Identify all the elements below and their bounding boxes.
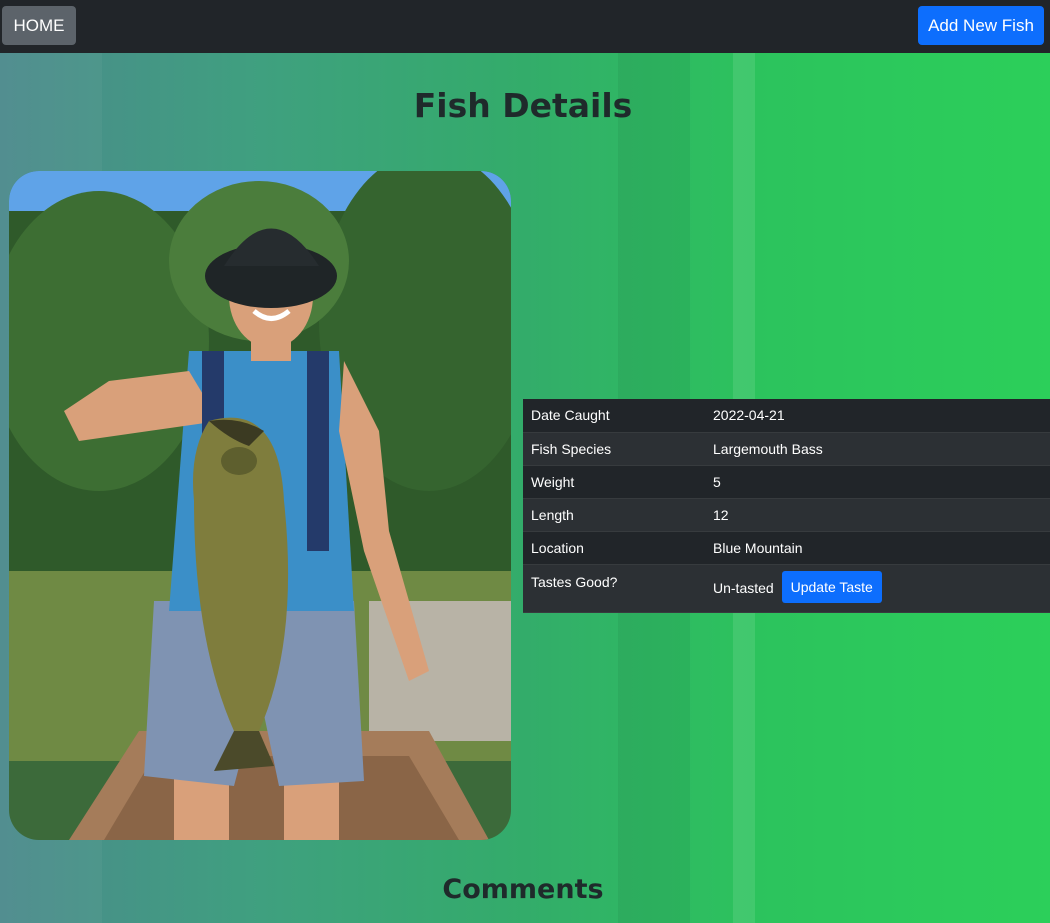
length-value: 12 [713, 506, 729, 523]
table-row: Weight 5 [523, 465, 1050, 498]
location-value: Blue Mountain [713, 539, 803, 556]
taste-status: Un-tasted [713, 579, 774, 596]
date-caught-label: Date Caught [531, 407, 610, 424]
update-taste-button[interactable]: Update Taste [781, 570, 882, 603]
fish-species-value: Largemouth Bass [713, 440, 823, 457]
length-label: Length [531, 506, 574, 523]
table-row: Length 12 [523, 498, 1050, 531]
tastes-good-cell: Un-tasted Update Taste [705, 564, 1050, 612]
fish-photo [9, 171, 511, 840]
tastes-good-label: Tastes Good? [531, 573, 618, 590]
weight-label: Weight [531, 473, 575, 490]
page-title: Fish Details [413, 86, 633, 125]
date-caught-value: 2022-04-21 [713, 407, 785, 424]
table-row: Location Blue Mountain [523, 531, 1050, 564]
add-new-fish-button[interactable]: Add New Fish [918, 6, 1044, 45]
weight-value: 5 [713, 473, 721, 490]
location-label: Location [531, 539, 584, 556]
fish-species-label: Fish Species [531, 440, 612, 457]
comments-heading: Comments [442, 874, 604, 905]
top-navbar: HOME Add New Fish [0, 0, 1050, 53]
table-row: Fish Species Largemouth Bass [523, 432, 1050, 465]
table-row: Date Caught 2022-04-21 [523, 399, 1050, 432]
table-row: Tastes Good? Un-tasted Update Taste [523, 564, 1050, 612]
fish-details-table: Date Caught 2022-04-21 Fish Species Larg… [523, 399, 1050, 613]
home-button[interactable]: HOME [2, 6, 76, 45]
